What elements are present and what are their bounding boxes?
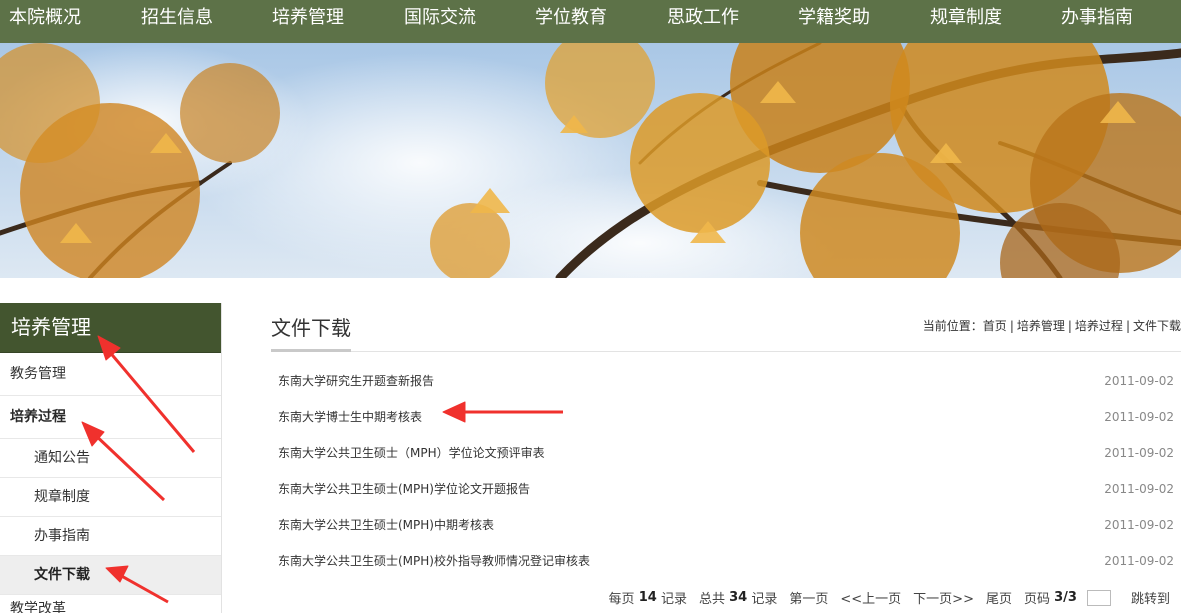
- breadcrumb-home[interactable]: 首页: [983, 319, 1007, 333]
- file-link[interactable]: 东南大学公共卫生硕士（MPH）学位论文预评审表: [278, 435, 545, 471]
- pager-prev-page[interactable]: <<上一页: [840, 588, 901, 607]
- file-date: 2011-09-02: [1104, 374, 1174, 388]
- file-link[interactable]: 东南大学公共卫生硕士(MPH)校外指导教师情况登记审核表: [278, 543, 590, 579]
- breadcrumb: 当前位置：首页 | 培养管理 | 培养过程 | 文件下载: [923, 317, 1181, 334]
- pagination: 每页 14 记录 总共 34 记录 第一页 <<上一页 下一页>> 尾页 页码 …: [609, 588, 1170, 607]
- file-link[interactable]: 东南大学博士生中期考核表: [278, 399, 422, 435]
- file-date: 2011-09-02: [1104, 518, 1174, 532]
- nav-item-about[interactable]: 本院概况: [9, 0, 81, 36]
- breadcrumb-separator: |: [1125, 319, 1130, 333]
- file-date: 2011-09-02: [1104, 446, 1174, 460]
- sidebar-subitem-guide[interactable]: 办事指南: [0, 517, 221, 556]
- title-underline: [271, 349, 351, 352]
- sidebar-title: 培养管理: [0, 303, 221, 353]
- pager-next-page[interactable]: 下一页>>: [913, 588, 974, 607]
- nav-item-international[interactable]: 国际交流: [404, 0, 476, 36]
- nav-item-guide[interactable]: 办事指南: [1061, 0, 1133, 36]
- list-item: 东南大学公共卫生硕士(MPH)中期考核表 2011-09-02: [271, 507, 1181, 543]
- title-divider: [271, 351, 1181, 352]
- file-list: 东南大学研究生开题查新报告 2011-09-02 东南大学博士生中期考核表 20…: [271, 363, 1181, 579]
- sidebar-subitem-file-download[interactable]: 文件下载: [0, 556, 221, 595]
- pager-per-page-value: 14: [638, 590, 657, 605]
- sidebar-subitem-regulations[interactable]: 规章制度: [0, 478, 221, 517]
- list-item: 东南大学博士生中期考核表 2011-09-02: [271, 399, 1181, 435]
- breadcrumb-separator: |: [1009, 319, 1014, 333]
- page-title: 文件下载: [271, 316, 351, 340]
- nav-item-admissions[interactable]: 招生信息: [141, 0, 213, 36]
- pager-total-label: 总共: [698, 592, 725, 607]
- pager-page-label: 页码: [1023, 592, 1050, 607]
- list-item: 东南大学研究生开题查新报告 2011-09-02: [271, 363, 1181, 399]
- nav-item-student-status[interactable]: 学籍奖助: [798, 0, 870, 36]
- nav-item-regulations[interactable]: 规章制度: [930, 0, 1002, 36]
- pager-jump-button[interactable]: 跳转到: [1131, 588, 1170, 607]
- breadcrumb-file-download[interactable]: 文件下载: [1133, 319, 1181, 333]
- sidebar-subitem-notices[interactable]: 通知公告: [0, 439, 221, 478]
- pager-records-unit: 记录: [660, 592, 687, 607]
- list-item: 东南大学公共卫生硕士(MPH)校外指导教师情况登记审核表 2011-09-02: [271, 543, 1181, 579]
- file-link[interactable]: 东南大学研究生开题查新报告: [278, 363, 434, 399]
- breadcrumb-training-management[interactable]: 培养管理: [1017, 319, 1065, 333]
- banner-image: [0, 43, 1181, 278]
- file-date: 2011-09-02: [1104, 482, 1174, 496]
- list-item: 东南大学公共卫生硕士(MPH)学位论文开题报告 2011-09-02: [271, 471, 1181, 507]
- breadcrumb-separator: |: [1067, 319, 1072, 333]
- file-link[interactable]: 东南大学公共卫生硕士(MPH)学位论文开题报告: [278, 471, 530, 507]
- pager-per-page-label: 每页: [608, 592, 635, 607]
- list-item: 东南大学公共卫生硕士（MPH）学位论文预评审表 2011-09-02: [271, 435, 1181, 471]
- pager-jump-input[interactable]: [1086, 589, 1111, 606]
- file-link[interactable]: 东南大学公共卫生硕士(MPH)中期考核表: [278, 507, 494, 543]
- pager-page-value: 3/3: [1054, 590, 1077, 605]
- breadcrumb-training-process[interactable]: 培养过程: [1075, 319, 1123, 333]
- breadcrumb-prefix: 当前位置：: [922, 319, 983, 333]
- nav-item-ideology[interactable]: 思政工作: [667, 0, 739, 36]
- sidebar-item-teaching-management[interactable]: 教务管理: [0, 353, 221, 396]
- pager-first-page[interactable]: 第一页: [789, 588, 828, 607]
- nav-item-training[interactable]: 培养管理: [272, 0, 344, 36]
- sidebar-item-training-process[interactable]: 培养过程: [0, 396, 221, 439]
- sidebar-item-teaching-reform[interactable]: 教学改革: [0, 595, 221, 613]
- file-date: 2011-09-02: [1104, 410, 1174, 424]
- file-date: 2011-09-02: [1104, 554, 1174, 568]
- sidebar: 培养管理 教务管理 培养过程 通知公告 规章制度 办事指南 文件下载 教学改革: [0, 303, 222, 613]
- top-navigation: 本院概况 招生信息 培养管理 国际交流 学位教育 思政工作 学籍奖助 规章制度 …: [0, 0, 1181, 43]
- pager-last-page[interactable]: 尾页: [986, 588, 1012, 607]
- pager-records-unit: 记录: [751, 592, 778, 607]
- pager-total-value: 34: [729, 590, 748, 605]
- nav-item-degree[interactable]: 学位教育: [535, 0, 607, 36]
